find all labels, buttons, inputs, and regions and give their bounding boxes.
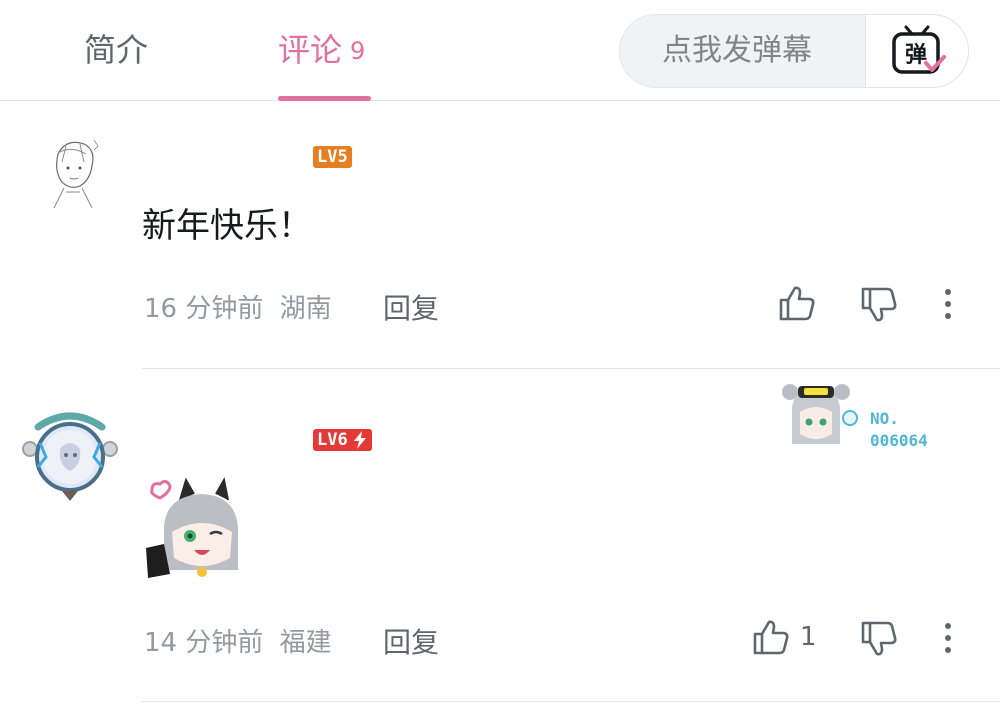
avatar-pendant-icon (22, 412, 118, 501)
more-vertical-icon (945, 289, 951, 319)
comment-meta: 14 分钟前 福建 (144, 622, 332, 659)
thumbs-down-icon (861, 287, 897, 322)
comment-divider (142, 701, 1000, 702)
emoji-sticker (144, 474, 248, 578)
comment-time: 16 分钟前 (144, 294, 264, 324)
fan-card-label: NO. (870, 409, 899, 428)
tab-intro[interactable]: 简介 (84, 26, 148, 74)
avatar[interactable] (20, 405, 120, 505)
danmaku-glyph: 弹 (905, 43, 927, 68)
active-tab-indicator (278, 96, 371, 101)
avatar[interactable] (36, 132, 110, 212)
more-options-button[interactable] (938, 622, 958, 660)
thumbs-up-icon (753, 620, 789, 655)
fan-card[interactable]: NO. 006064 (780, 378, 970, 450)
level-label: LV6 (317, 430, 348, 450)
comment-divider (142, 368, 1000, 369)
fan-card-value: 006064 (870, 431, 928, 450)
like-button[interactable] (752, 618, 790, 660)
danmaku-placeholder: 点我发弹幕 (662, 33, 812, 68)
more-options-button[interactable] (938, 288, 958, 326)
thumbs-down-icon (861, 621, 897, 656)
tab-comments[interactable]: 评论 9 (278, 26, 365, 74)
level-badge: LV6 (313, 429, 372, 451)
level-badge: LV5 (313, 146, 352, 168)
like-count: 1 (800, 622, 817, 652)
comment-text: 新年快乐！ (142, 206, 312, 246)
comment-meta: 16 分钟前 湖南 (144, 288, 332, 325)
dislike-button[interactable] (860, 620, 898, 662)
anime-girl-sticker-icon (146, 477, 239, 578)
comment-location: 湖南 (279, 294, 332, 324)
tab-comments-label: 评论 (278, 31, 343, 69)
danmaku-icon: 弹 (892, 25, 946, 74)
danmaku-input[interactable]: 点我发弹幕 弹 (619, 14, 969, 88)
fan-card-number: NO. 006064 (870, 408, 928, 452)
lightning-icon (353, 431, 366, 449)
fan-card-character-icon (782, 384, 858, 444)
comment-location: 福建 (279, 628, 332, 658)
sketch-avatar-icon (36, 132, 110, 212)
tab-bar: 简介 评论 9 点我发弹幕 弹 (0, 0, 1000, 101)
like-button[interactable] (778, 284, 816, 326)
danmaku-toggle-button[interactable]: 弹 (865, 15, 968, 87)
reply-button[interactable]: 回复 (383, 621, 439, 661)
dislike-button[interactable] (860, 286, 898, 328)
comment-time: 14 分钟前 (144, 628, 264, 658)
more-vertical-icon (945, 623, 951, 653)
thumbs-up-icon (779, 286, 815, 321)
comment-count: 9 (350, 37, 366, 65)
reply-button[interactable]: 回复 (383, 287, 439, 327)
